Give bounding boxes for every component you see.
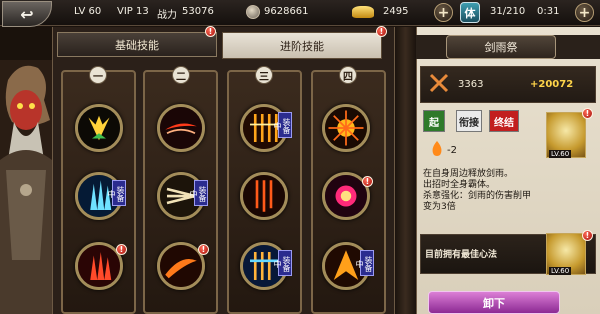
sunburst-skill-icon <box>325 107 367 149</box>
skill-alert-icon: ! <box>362 176 373 187</box>
skill-alert-icon: ! <box>198 244 209 255</box>
desc-line-1: 在自身周边释放剑雨。 <box>423 169 514 179</box>
equipped-tag: 装备中 <box>273 250 292 276</box>
tab-advanced-label: 进阶技能 <box>280 39 324 53</box>
column-number-3: 三 <box>255 66 273 84</box>
combo-finish-tag: 终结 <box>489 110 519 132</box>
mind-method-text: 目前拥有最佳心法 <box>425 250 498 260</box>
panel-divider <box>395 27 416 314</box>
column-number-1: 一 <box>89 66 107 84</box>
character-portrait <box>0 60 52 314</box>
basic-tab-alert-icon: ! <box>205 26 216 37</box>
attack-bonus: +20072 <box>530 79 574 90</box>
equipped-tag: 装备中 <box>355 250 374 276</box>
yellow-blades-skill-icon <box>78 107 120 149</box>
back-arrow-icon: ↩ <box>20 4 34 24</box>
attack-value: 3363 <box>458 79 484 90</box>
stamina-icon: 体 <box>460 2 480 23</box>
portrait-alert-icon: ! <box>582 108 593 119</box>
add-stamina-button[interactable]: + <box>575 3 594 22</box>
equipped-tag: 装备中 <box>273 112 292 138</box>
stamina-timer: 0:31 <box>537 6 560 17</box>
equipped-tag: 装备中 <box>107 180 126 206</box>
crossed-swords-icon <box>429 73 449 93</box>
silver-amount: 9628661 <box>264 6 309 17</box>
advanced-tab-alert-icon: ! <box>376 26 387 37</box>
desc-line-2: 出招时全身霸体。 <box>423 180 496 190</box>
add-gold-button[interactable]: + <box>434 3 453 22</box>
red-slash-skill-icon <box>160 107 202 149</box>
column-number-2: 二 <box>172 66 190 84</box>
desc-line-3: 杀意强化：剑雨的伤害削甲变为3倍 <box>423 191 532 212</box>
flame-cost-icon <box>432 141 442 156</box>
power-label: 战力 <box>157 10 177 21</box>
mind-alert-icon: ! <box>582 230 593 241</box>
vip-level: VIP 13 <box>117 6 149 17</box>
gold-amount: 2495 <box>383 6 409 17</box>
skill-3-2[interactable] <box>240 172 288 220</box>
skill-4-1[interactable] <box>322 104 370 152</box>
skill-alert-icon: ! <box>116 244 127 255</box>
tab-basic-label: 基础技能 <box>115 38 159 52</box>
player-level: LV 60 <box>74 6 102 17</box>
skill-name: 剑雨祭 <box>446 35 556 59</box>
skill-description: 在自身周边释放剑雨。 出招时全身霸体。 杀意强化：剑雨的伤害削甲变为3倍 <box>423 169 539 213</box>
tab-advanced-skills[interactable]: 进阶技能 <box>222 32 382 59</box>
equipped-tag: 装备中 <box>189 180 208 206</box>
combo-start-tag: 起 <box>423 110 445 132</box>
cost-value: -2 <box>447 145 457 156</box>
stamina-value: 31/210 <box>490 6 526 17</box>
column-number-4: 四 <box>339 66 357 84</box>
flame-slash-skill-icon <box>160 245 202 287</box>
tab-basic-skills[interactable]: 基础技能 <box>57 32 217 57</box>
skill-1-1[interactable] <box>75 104 123 152</box>
combo-link-tag: 衔接 <box>456 110 482 132</box>
falling-swords-skill-icon <box>243 175 285 217</box>
explosion-skill-icon <box>325 175 367 217</box>
gold-ingot-icon <box>352 6 374 18</box>
mind-method-level: LV.60 <box>549 267 572 275</box>
red-crystal-skill-icon <box>78 245 120 287</box>
unload-button[interactable]: 卸下 <box>428 291 560 314</box>
skill-portrait-level: LV.60 <box>549 150 572 158</box>
silver-coin-icon <box>246 5 260 19</box>
power-value: 53076 <box>182 6 214 17</box>
skill-2-1[interactable] <box>157 104 205 152</box>
